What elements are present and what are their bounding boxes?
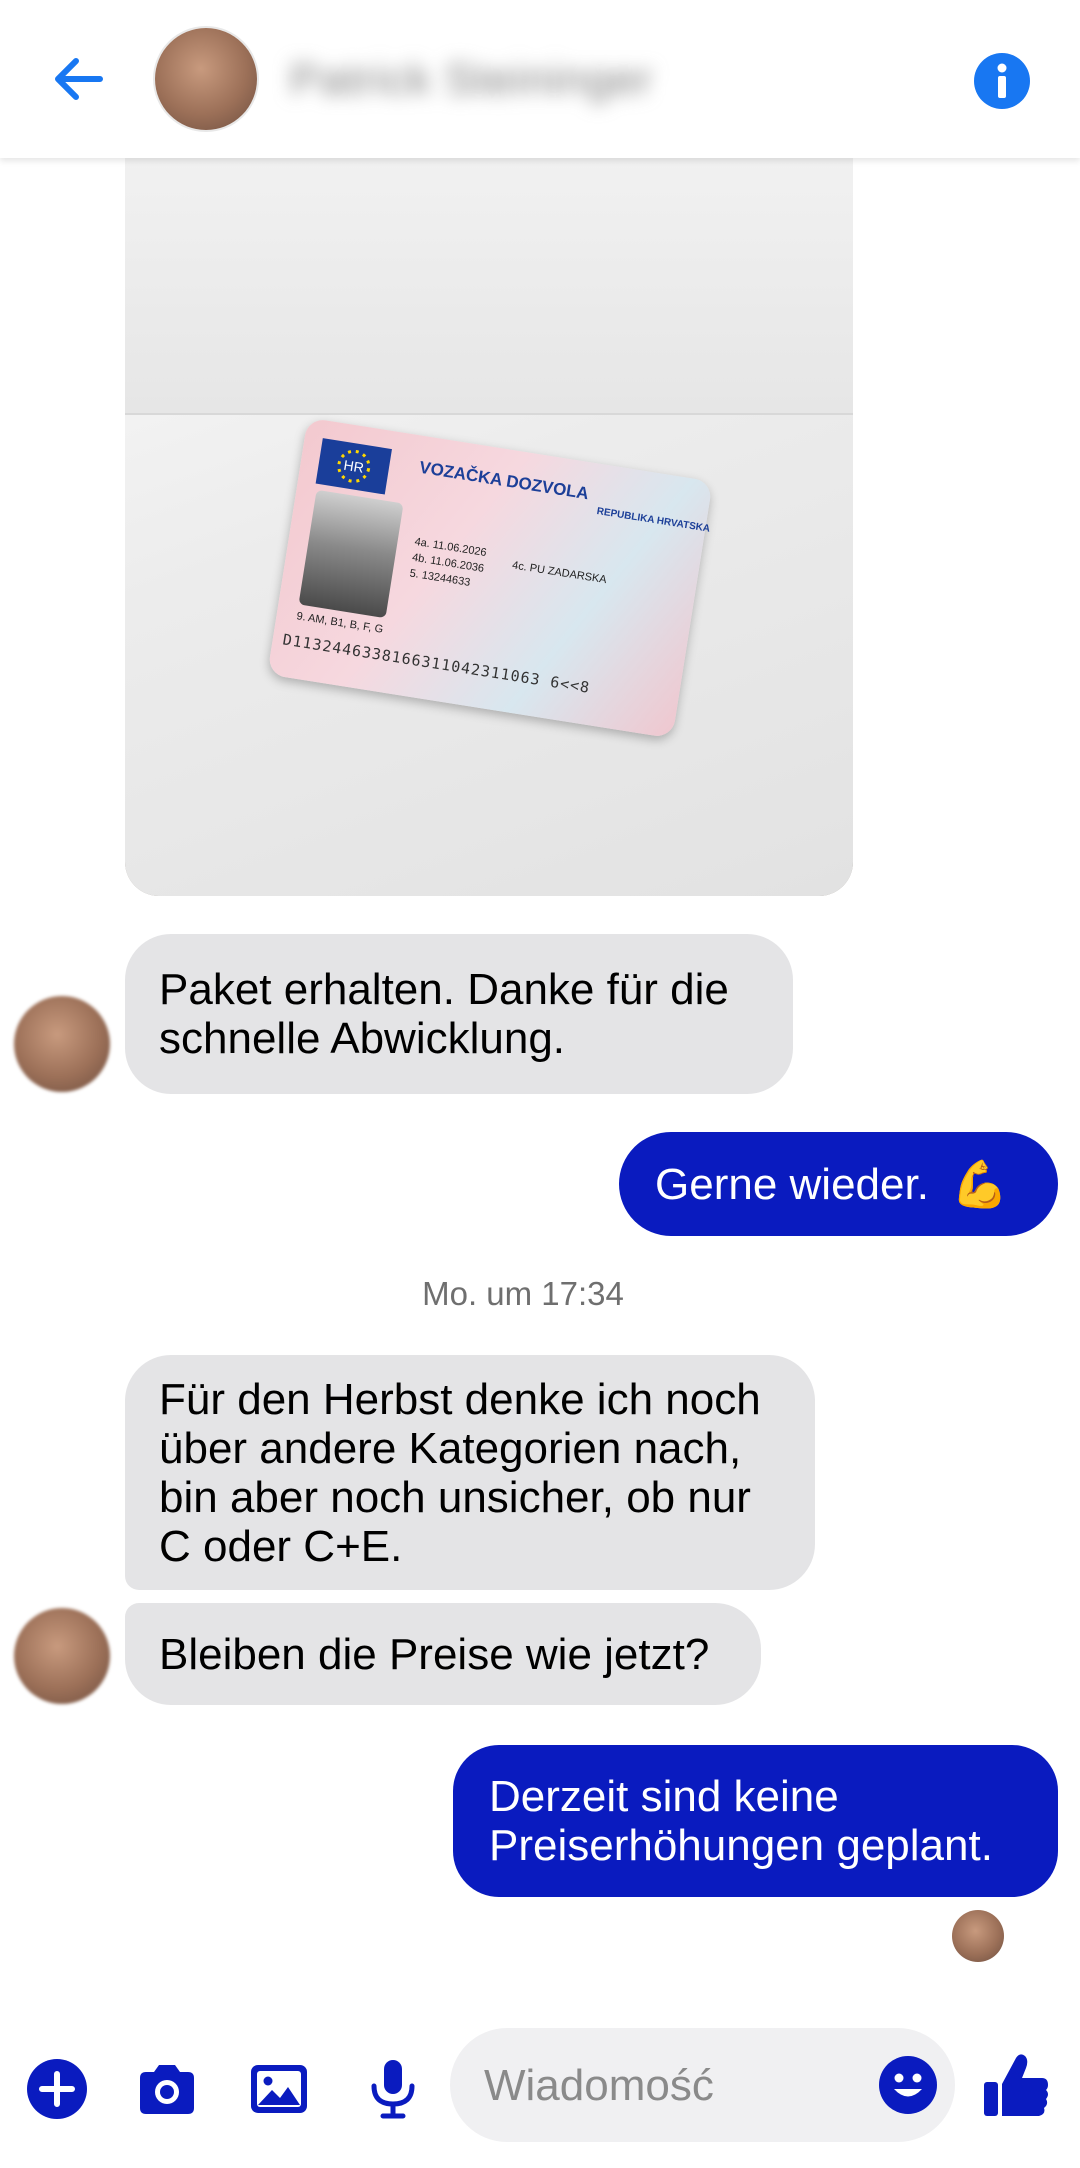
read-receipt-avatar <box>952 1910 1004 1962</box>
message-bubble-incoming[interactable]: Bleiben die Preise wie jetzt? <box>125 1603 761 1705</box>
message-bubble-outgoing[interactable]: Derzeit sind keine Preiserhöhungen gepla… <box>453 1745 1058 1897</box>
message-text: Paket erhalten. Danke für die <box>159 965 729 1014</box>
message-text: C oder C+E. <box>159 1521 403 1571</box>
info-icon[interactable] <box>973 52 1031 110</box>
card-country: REPUBLIKA HRVATSKA <box>595 505 711 535</box>
card-field-4c: 4c. PU ZADARSKA <box>511 559 608 587</box>
photo-message[interactable]: HR VOZAČKA DOZVOLA REPUBLIKA HRVATSKA 4a… <box>125 158 853 896</box>
flexed-biceps-icon: 💪 <box>950 1157 1009 1210</box>
message-text: Für den Herbst denke ich noch <box>159 1374 761 1424</box>
microphone-icon[interactable] <box>360 2056 426 2122</box>
emoji-icon[interactable] <box>877 2054 939 2116</box>
timestamp: Mo. um 17:34 <box>422 1275 624 1312</box>
contact-avatar[interactable] <box>155 28 257 130</box>
message-bubble-incoming[interactable]: Paket erhalten. Danke für die schnelle A… <box>125 934 793 1094</box>
message-text: bin aber noch unsicher, ob nur <box>159 1472 751 1522</box>
back-arrow-icon[interactable] <box>46 48 108 110</box>
message-text: Derzeit sind keine <box>489 1772 839 1821</box>
message-text: über andere Kategorien nach, <box>159 1423 742 1473</box>
chat-header: Patrick Steininger <box>0 0 1080 158</box>
plus-icon[interactable] <box>24 2056 90 2122</box>
card-portrait <box>298 489 404 619</box>
message-text: Bleiben die Preise wie jetzt? <box>159 1629 710 1679</box>
message-text: Gerne wieder. <box>655 1159 929 1209</box>
eu-flag-icon: HR <box>315 438 392 495</box>
sender-avatar[interactable] <box>14 1608 110 1704</box>
message-text: Preiserhöhungen geplant. <box>489 1821 993 1870</box>
sender-avatar[interactable] <box>14 996 110 1092</box>
message-input[interactable]: Wiadomość <box>450 2028 955 2142</box>
contact-name[interactable]: Patrick Steininger <box>290 55 653 105</box>
photo-envelope-flap <box>125 158 853 415</box>
message-composer: Wiadomość <box>0 2000 1080 2168</box>
message-text: schnelle Abwicklung. <box>159 1014 566 1063</box>
camera-icon[interactable] <box>134 2056 200 2122</box>
gallery-icon[interactable] <box>246 2056 312 2122</box>
message-input-placeholder: Wiadomość <box>484 2061 714 2110</box>
card-title: VOZAČKA DOZVOLA <box>417 457 591 504</box>
message-bubble-outgoing[interactable]: Gerne wieder. 💪 <box>619 1132 1058 1236</box>
card-country-code: HR <box>343 457 365 476</box>
message-bubble-incoming[interactable]: Für den Herbst denke ich noch über ander… <box>125 1355 815 1590</box>
thumbs-up-icon[interactable] <box>980 2050 1052 2122</box>
